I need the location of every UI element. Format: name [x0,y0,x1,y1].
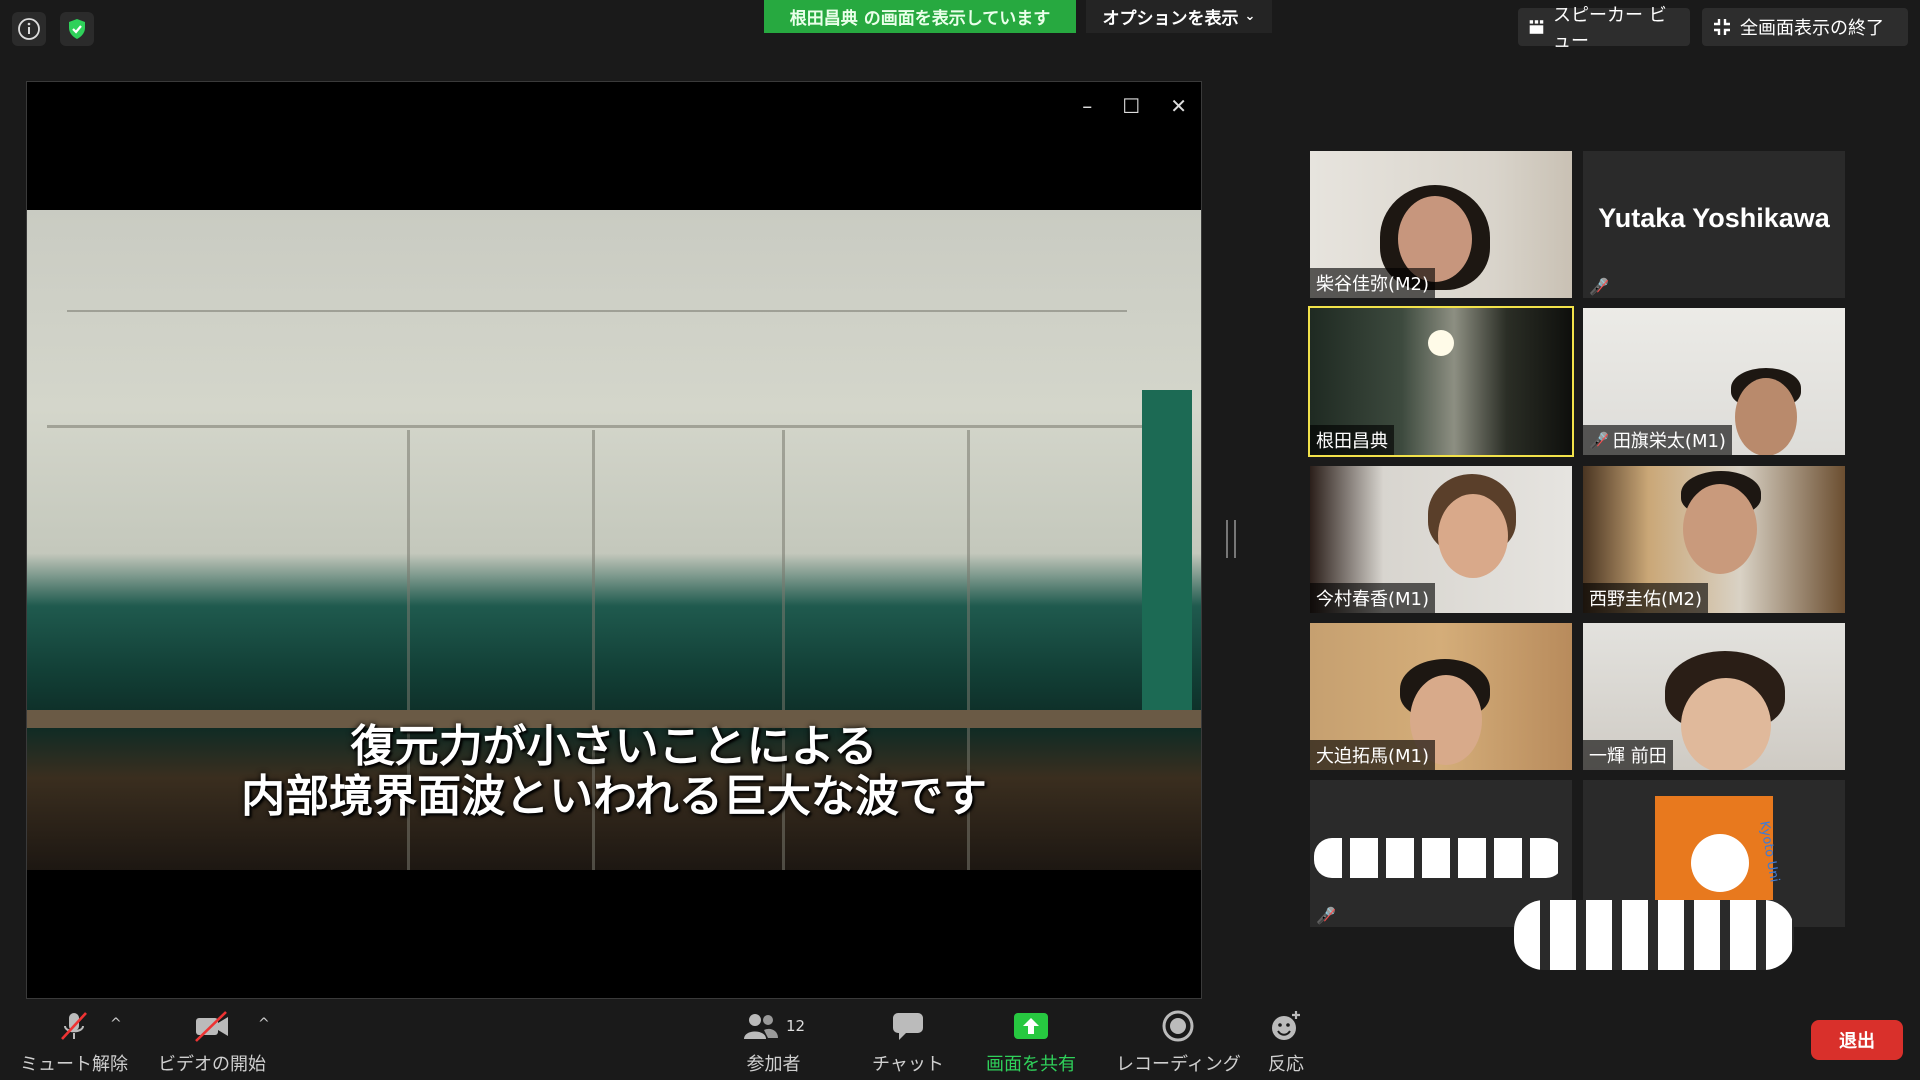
reaction-smiley-icon [1269,1008,1303,1044]
video-off-icon [192,1008,232,1044]
share-banner-text: 根田昌典 の画面を表示しています [789,9,1051,29]
record-icon [1161,1008,1195,1044]
participant-name-tag: 西野圭佑(M2) [1583,583,1709,613]
subtitle-line-1: 復元力が小さいことによる [350,721,878,772]
participant-name-tag: 🎤̸ [1310,904,1342,927]
participant-name: 一輝 前田 [1589,746,1667,767]
share-screen-label: 画面を共有 [986,1054,1076,1075]
share-screen-button[interactable]: 画面を共有 [986,1008,1076,1076]
participant-display-name: Yutaka Yoshikawa [1598,203,1830,233]
video-tile[interactable]: 西野圭佑(M2) [1583,466,1845,613]
view-options-label: オプションを表示 [1102,9,1239,29]
participant-name: 西野圭佑(M2) [1589,589,1703,610]
video-tile[interactable]: 柴谷佳弥(M2) [1310,151,1572,298]
participant-name-tag: 🎤̸ [1583,275,1615,298]
panel-resize-handle[interactable] [1226,520,1236,558]
participant-name: 柴谷佳弥(M2) [1316,274,1430,295]
speaker-view-label: スピーカー ビュー [1552,5,1667,52]
maximize-icon[interactable]: ☐ [1122,94,1140,118]
record-label: レコーディング [1116,1054,1241,1075]
meeting-info-icon[interactable] [12,12,46,46]
video-tile[interactable]: 一輝 前田 [1583,623,1845,770]
muted-mic-icon: 🎤̸ [1316,906,1336,925]
minimize-icon[interactable]: – [1082,94,1092,118]
speaker-view-icon [1529,20,1544,34]
participant-name-tag: 今村春香(M1) [1310,583,1436,613]
start-video-button[interactable]: ビデオの開始 [158,1008,266,1076]
muted-mic-icon: 🎤̸ [1589,277,1609,296]
participant-name: 今村春香(M1) [1316,589,1430,610]
screen-share-banner: 根田昌典 の画面を表示しています [764,0,1076,33]
reactions-label: 反応 [1268,1054,1304,1075]
speaker-view-button[interactable]: スピーカー ビュー [1518,5,1690,52]
muted-mic-icon: 🎤̸ [1589,430,1609,450]
leave-meeting-button[interactable]: 退出 [1811,1020,1903,1060]
start-video-label: ビデオの開始 [158,1054,266,1075]
participants-icon: 12 [742,1008,805,1044]
subtitle-line-2: 内部境界面波といわれる巨大な波です [241,771,987,822]
video-tile[interactable]: 大迫拓馬(M1) [1310,623,1572,770]
participant-name-tag: 🎤̸ 田旗栄太(M1) [1583,425,1732,455]
leave-label: 退出 [1839,1031,1875,1052]
record-button[interactable]: レコーディング [1116,1008,1241,1076]
view-options-button[interactable]: オプションを表示 ⌄ [1086,0,1272,33]
muted-microphone-icon [57,1008,91,1044]
exit-fullscreen-label: 全画面表示の終了 [1740,18,1884,39]
participant-name-tag: 大迫拓馬(M1) [1310,740,1436,770]
video-tile[interactable]: 今村春香(M1) [1310,466,1572,613]
participant-name-tag: 根田昌典 [1310,425,1394,455]
exit-fullscreen-icon [1714,19,1730,35]
chat-button[interactable]: チャット [872,1008,944,1076]
exit-fullscreen-button[interactable]: 全画面表示の終了 [1702,8,1908,46]
avatar-sticker-overlay [1514,900,1794,970]
tank-frame-line [67,310,1127,312]
dye-column [1142,390,1192,710]
chat-bubble-icon [891,1008,925,1044]
video-tile-active-speaker[interactable]: 根田昌典 [1308,306,1574,457]
close-icon[interactable]: ✕ [1170,94,1187,118]
unmute-label: ミュート解除 [20,1054,128,1075]
participants-button[interactable]: 12 参加者 [742,1008,805,1076]
chevron-down-icon: ⌄ [1244,9,1256,24]
video-tile[interactable]: 🎤̸ 田旗栄太(M1) [1583,308,1845,455]
participant-name: 大迫拓馬(M1) [1316,746,1430,767]
share-screen-arrow-icon [1012,1008,1050,1044]
meeting-toolbar [0,1000,1920,1080]
reactions-button[interactable]: 反応 [1268,1008,1304,1076]
audio-options-caret-icon[interactable]: ^ [110,1016,122,1032]
participants-label: 参加者 [746,1054,801,1075]
participant-name: 根田昌典 [1316,431,1388,452]
video-tile[interactable]: Yutaka Yoshikawa 🎤̸ [1583,151,1845,298]
participants-count: 12 [786,1017,806,1035]
security-shield-icon[interactable] [60,12,94,46]
video-options-caret-icon[interactable]: ^ [258,1016,270,1032]
participant-name-tag: 一輝 前田 [1583,740,1673,770]
shared-screen-window: – ☐ ✕ 復元力が小さいことによる 内部境界面波といわれる巨大な波です [26,81,1202,999]
participant-name: 田旗栄太(M1) [1612,431,1726,452]
participant-name-tag: 柴谷佳弥(M2) [1310,268,1436,298]
tank-frame-line [47,425,1187,428]
chat-label: チャット [872,1054,944,1075]
window-controls: – ☐ ✕ [1082,94,1187,118]
